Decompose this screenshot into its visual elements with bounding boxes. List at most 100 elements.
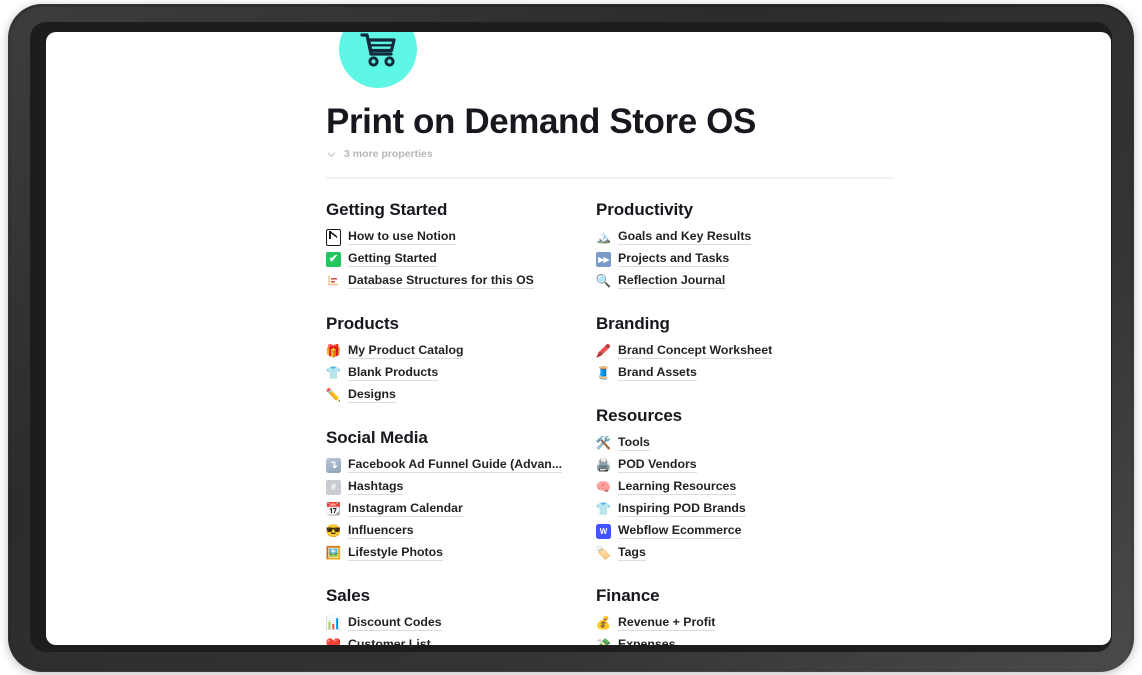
section-title: Branding	[596, 314, 670, 333]
hashtag-icon: #	[326, 479, 341, 495]
calendar-icon: 📆	[325, 501, 342, 516]
page-link[interactable]: ▶▶ Projects and Tasks	[596, 248, 848, 270]
page-link[interactable]: W Webflow Ecommerce	[596, 520, 848, 542]
page-link[interactable]: ↴ Facebook Ad Funnel Guide (Advan...	[326, 454, 578, 476]
notion-logo-icon	[326, 228, 341, 246]
tshirt-icon: 👕	[325, 365, 342, 380]
page-link[interactable]: 🛠️ Tools	[596, 432, 848, 454]
page-link-label: Getting Started	[348, 251, 437, 267]
label-tag-icon: 🏷️	[595, 545, 612, 560]
section-title: Finance	[596, 586, 660, 605]
page-link-label: Revenue + Profit	[618, 615, 716, 631]
page-link-label: Tools	[618, 435, 650, 451]
green-check-mark-icon: ✔	[326, 251, 341, 267]
section: Getting Started How to use Notion ✔ Getting…	[326, 200, 596, 292]
page-link-label: POD Vendors	[618, 457, 697, 473]
notion-page: Print on Demand Store OS 3 more properti…	[46, 32, 1111, 645]
page-link-label: Facebook Ad Funnel Guide (Advan...	[348, 457, 563, 473]
page-link[interactable]: # Hashtags	[326, 476, 578, 498]
device-frame: Print on Demand Store OS 3 more properti…	[8, 4, 1134, 672]
printer-icon: 🖨️	[595, 457, 612, 472]
page-link[interactable]: 💸 Expenses	[596, 634, 848, 645]
facebook-funnel-icon: ↴	[326, 457, 341, 473]
hammer-and-wrench-icon: 🛠️	[595, 435, 612, 450]
screen: Print on Demand Store OS 3 more properti…	[46, 32, 1111, 645]
webflow-logo-icon: W	[596, 523, 611, 539]
money-with-wings-icon: 💸	[595, 637, 612, 646]
brain-icon: 🧠	[595, 479, 612, 494]
crayon-icon: 🖍️	[595, 343, 612, 358]
page-link[interactable]: 🎁 My Product Catalog	[326, 340, 578, 362]
section-title: Getting Started	[326, 200, 448, 219]
more-properties-toggle[interactable]: 3 more properties	[326, 148, 433, 160]
bar-chart-icon: 📊	[325, 615, 342, 630]
page-link[interactable]: 🧠 Learning Resources	[596, 476, 848, 498]
page-link[interactable]: 💰 Revenue + Profit	[596, 612, 848, 634]
money-bag-icon: 💰	[595, 615, 612, 630]
chevron-down-icon	[327, 152, 336, 157]
page-title: Print on Demand Store OS	[326, 102, 756, 141]
page-link[interactable]: 🖨️ POD Vendors	[596, 454, 848, 476]
page-link[interactable]: 🏔️ Goals and Key Results	[596, 226, 848, 248]
page-link-label: Brand Concept Worksheet	[618, 343, 773, 359]
page-link-label: Lifestyle Photos	[348, 545, 443, 561]
page-link-label: Webflow Ecommerce	[618, 523, 742, 539]
section: Social Media ↴ Facebook Ad Funnel Guide (A…	[326, 428, 596, 564]
page-link-label: Discount Codes	[348, 615, 442, 631]
page-link[interactable]: 🖼️ Lifestyle Photos	[326, 542, 578, 564]
page-link[interactable]: Database Structures for this OS	[326, 270, 578, 292]
page-link[interactable]: 📆 Instagram Calendar	[326, 498, 578, 520]
mountain-icon: 🏔️	[595, 229, 612, 244]
section-title: Sales	[326, 586, 370, 605]
page-link[interactable]: 😎 Influencers	[326, 520, 578, 542]
page-link[interactable]: 👕 Inspiring POD Brands	[596, 498, 848, 520]
sunglasses-face-icon: 😎	[325, 523, 342, 538]
page-link-label: Blank Products	[348, 365, 439, 381]
page-link[interactable]: How to use Notion	[326, 226, 578, 248]
section: Productivity 🏔️ Goals and Key Results ▶▶ Pro…	[596, 200, 866, 292]
page-link-label: Influencers	[348, 523, 414, 539]
page-link-label: Database Structures for this OS	[348, 273, 534, 289]
shopping-cart-icon[interactable]	[339, 32, 417, 88]
page-link-label: Instagram Calendar	[348, 501, 463, 517]
bar-chart-structure-icon	[326, 274, 341, 289]
page-link-label: My Product Catalog	[348, 343, 464, 359]
section: Products 🎁 My Product Catalog 👕 Blank Produc…	[326, 314, 596, 406]
page-link-label: Goals and Key Results	[618, 229, 752, 245]
page-link[interactable]: 🏷️ Tags	[596, 542, 848, 564]
page-link[interactable]: 👕 Blank Products	[326, 362, 578, 384]
page-link[interactable]: 🧵 Brand Assets	[596, 362, 848, 384]
thread-spool-icon: 🧵	[595, 365, 612, 380]
page-link-label: How to use Notion	[348, 229, 456, 245]
section-title: Productivity	[596, 200, 694, 219]
page-link-label: Reflection Journal	[618, 273, 726, 289]
page-link-label: Designs	[348, 387, 396, 403]
section-title: Resources	[596, 406, 683, 425]
page-link-label: Projects and Tasks	[618, 251, 730, 267]
gift-icon: 🎁	[325, 343, 342, 358]
page-link[interactable]: ✔ Getting Started	[326, 248, 578, 270]
page-link-label: Customer List	[348, 637, 431, 645]
pencil-icon: ✏️	[325, 387, 342, 402]
section: Sales📊Discount Codes❤️Customer List🎊Give…	[326, 586, 596, 645]
fast-forward-icon: ▶▶	[596, 251, 611, 267]
page-link-label: Hashtags	[348, 479, 404, 495]
page-link[interactable]: 📊 Discount Codes	[326, 612, 578, 634]
red-heart-icon: ❤️	[325, 637, 342, 646]
section: Resources 🛠️ Tools 🖨️ POD Vendors 🧠 Learning R…	[596, 406, 866, 564]
page-divider	[326, 177, 894, 179]
page-link[interactable]: ❤️ Customer List	[326, 634, 578, 645]
magnifying-glass-icon: 🔍	[595, 273, 612, 288]
section-title: Products	[326, 314, 399, 333]
page-link-label: Learning Resources	[618, 479, 737, 495]
page-link[interactable]: 🔍 Reflection Journal	[596, 270, 848, 292]
left-column: Getting Started How to use Notion ✔ Getting…	[326, 200, 596, 645]
page-link[interactable]: ✏️ Designs	[326, 384, 578, 406]
section: Finance 💰 Revenue + Profit 💸 Expenses	[596, 586, 866, 645]
section-title: Social Media	[326, 428, 428, 447]
page-link[interactable]: 🖍️ Brand Concept Worksheet	[596, 340, 848, 362]
page-link-label: Inspiring POD Brands	[618, 501, 746, 517]
link-columns: Getting Started How to use Notion ✔ Getting…	[326, 200, 946, 645]
section: Branding 🖍️ Brand Concept Worksheet 🧵 Brand …	[596, 314, 866, 384]
more-properties-label: 3 more properties	[344, 148, 433, 160]
